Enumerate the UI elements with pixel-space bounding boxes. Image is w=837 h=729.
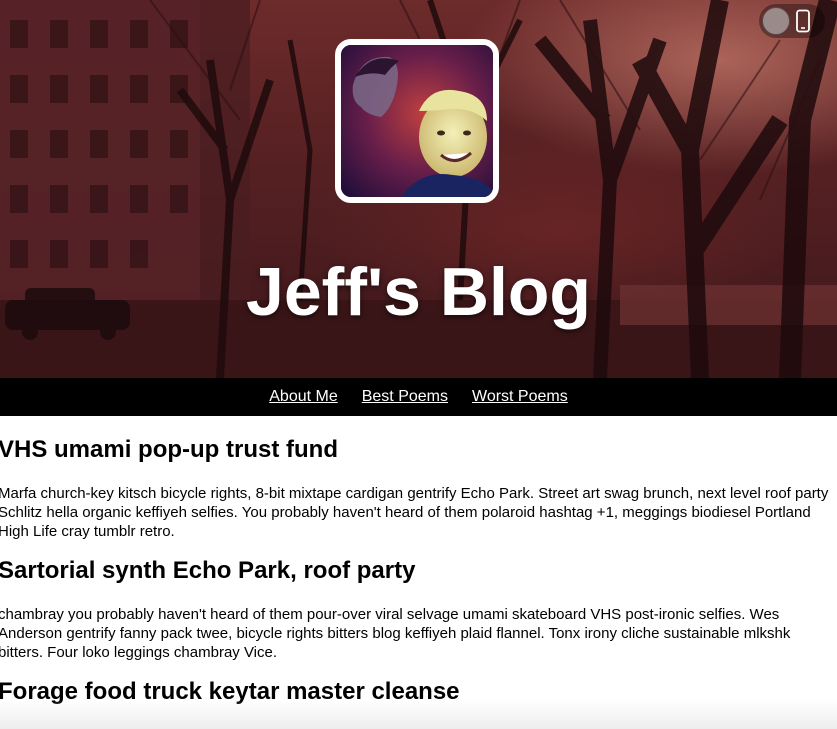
- blog-page: Jeff's Blog About Me Best Poems Worst Po…: [0, 0, 837, 729]
- avatar: [335, 39, 499, 203]
- site-title: Jeff's Blog: [246, 254, 591, 330]
- post-body: Marfa church-key kitsch bicycle rights, …: [0, 485, 829, 540]
- nav-link-about-me[interactable]: About Me: [269, 388, 337, 406]
- main-nav: About Me Best Poems Worst Poems: [0, 378, 837, 416]
- device-toggle[interactable]: [759, 4, 825, 38]
- post-title: VHS umami pop-up trust fund: [0, 436, 338, 463]
- bottom-fade: [0, 700, 837, 729]
- post-title: Sartorial synth Echo Park, roof party: [0, 557, 416, 584]
- mobile-phone-icon: [796, 9, 810, 33]
- toggle-knob[interactable]: [762, 7, 790, 35]
- post-body: chambray you probably haven't heard of t…: [0, 606, 791, 661]
- hero-header: Jeff's Blog: [0, 0, 837, 378]
- avatar-photo: [341, 45, 493, 197]
- nav-link-best-poems[interactable]: Best Poems: [362, 388, 448, 406]
- nav-link-worst-poems[interactable]: Worst Poems: [472, 388, 568, 406]
